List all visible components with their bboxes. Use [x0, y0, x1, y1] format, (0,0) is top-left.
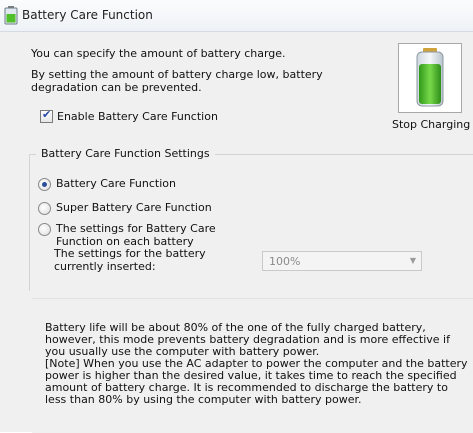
checkbox-box[interactable]: ✔ [40, 108, 53, 123]
description-paragraph-1: Battery life will be about 80% of the on… [45, 321, 450, 358]
description-text: Battery life will be about 80% of the on… [45, 322, 471, 406]
description-paragraph-2: [Note] When you use the AC adapter to po… [45, 357, 468, 406]
radio-super-battery-care[interactable]: Super Battery Care Function [38, 201, 212, 215]
dropdown-value: 100% [269, 255, 301, 268]
chevron-down-icon: ▼ [409, 256, 416, 265]
check-mark-icon: ✔ [42, 108, 52, 121]
main-panel: You can specify the amount of battery ch… [0, 32, 473, 433]
radio-label: Super Battery Care Function [56, 201, 212, 214]
battery-status-box [398, 43, 462, 113]
intro-text-2: By setting the amount of battery charge … [31, 68, 323, 94]
radio-selected-dot [42, 182, 47, 187]
stop-charging-label: Stop Charging [392, 118, 471, 131]
enable-label: Enable Battery Care Function [57, 110, 218, 123]
intro-text-1: You can specify the amount of battery ch… [31, 47, 286, 60]
battery-icon [416, 48, 444, 107]
radio-per-battery[interactable]: The settings for Battery Care Function o… [38, 222, 246, 248]
radio-button[interactable] [38, 178, 51, 191]
radio-button[interactable] [38, 223, 51, 236]
current-battery-label: The settings for the battery currently i… [54, 247, 206, 273]
battery-charge-dropdown[interactable]: 100% ▼ [262, 251, 422, 271]
enable-battery-care-checkbox[interactable]: ✔ Enable Battery Care Function [40, 108, 218, 123]
settings-group-label: Battery Care Function Settings [36, 147, 215, 160]
battery-app-icon [4, 6, 18, 25]
window-title: Battery Care Function [22, 8, 153, 22]
radio-label: Battery Care Function [56, 177, 176, 190]
radio-button[interactable] [38, 202, 51, 215]
title-bar: Battery Care Function [0, 0, 473, 32]
radio-battery-care[interactable]: Battery Care Function [38, 177, 176, 191]
radio-label: The settings for Battery Care Function o… [56, 222, 216, 248]
